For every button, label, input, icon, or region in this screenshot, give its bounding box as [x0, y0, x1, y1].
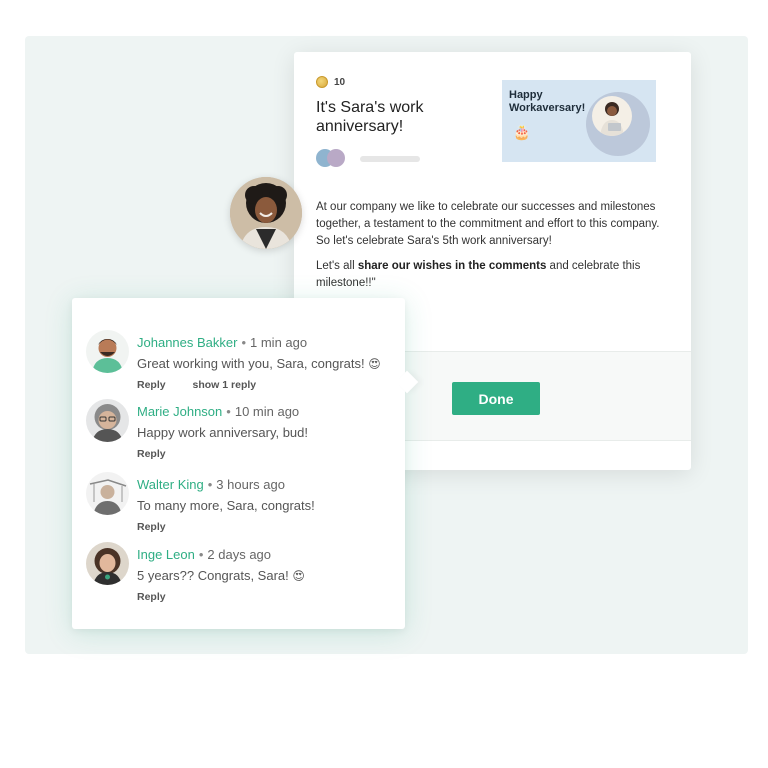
post-paragraph: At our company we like to celebrate our …: [316, 201, 660, 247]
commenter-name[interactable]: Walter King: [137, 477, 204, 492]
show-replies-link[interactable]: show 1 reply: [193, 379, 257, 391]
comment-text: To many more, Sara, congrats!: [137, 498, 315, 514]
separator: •: [241, 335, 247, 350]
comment-body: Great working with you, Sara, congrats!: [137, 356, 365, 371]
comment-time: 10 min ago: [234, 404, 300, 419]
comment-time: 2 days ago: [207, 547, 272, 562]
comment-actions: Reply: [137, 591, 190, 603]
comment-time: 1 min ago: [250, 335, 308, 350]
comment-text: Great working with you, Sara, congrats! …: [137, 356, 381, 372]
comment-header: Marie Johnson • 10 min ago: [137, 404, 299, 420]
comment-item: Marie Johnson • 10 min ago Happy work anni…: [86, 399, 396, 461]
separator: •: [207, 477, 213, 492]
comment-text: 5 years?? Congrats, Sara! 😍: [137, 568, 305, 584]
loading-placeholder-bar: [360, 156, 420, 162]
cta-text-start: Let's all: [316, 260, 358, 272]
commenter-name[interactable]: Johannes Bakker: [137, 335, 237, 350]
coin-count: 10: [334, 76, 346, 88]
banner-text: Happy Workaversary!: [509, 89, 593, 115]
banner-person-image: [592, 96, 632, 136]
reply-button[interactable]: Reply: [137, 379, 166, 391]
post-title: It's Sara's work anniversary!: [316, 99, 424, 135]
commenter-avatar[interactable]: [86, 330, 129, 373]
reply-button[interactable]: Reply: [137, 448, 166, 460]
heart-eyes-emoji-icon: 😍: [368, 357, 381, 371]
commenter-avatar[interactable]: [86, 399, 129, 442]
comment-actions: Reply: [137, 448, 190, 460]
comment-header: Walter King • 3 hours ago: [137, 477, 285, 493]
cta-text-bold: share our wishes in the comments: [357, 260, 547, 272]
separator: •: [226, 404, 231, 419]
sara-avatar: [230, 177, 302, 249]
coins-indicator: 10: [316, 76, 345, 88]
coin-icon: [316, 76, 328, 88]
reply-button[interactable]: Reply: [137, 521, 166, 533]
comment-header: Inge Leon • 2 days ago: [137, 547, 271, 563]
comment-item: Inge Leon • 2 days ago 5 years?? Congrats,…: [86, 542, 396, 604]
comment-text: Happy work anniversary, bud!: [137, 425, 308, 441]
workaversary-banner: Happy Workaversary! 🎂: [502, 80, 656, 162]
comment-item: Johannes Bakker • 1 min ago Great working …: [86, 330, 396, 392]
done-button[interactable]: Done: [452, 382, 540, 415]
comment-body: Happy work anniversary, bud!: [137, 425, 309, 440]
commenter-name[interactable]: Inge Leon: [137, 547, 195, 562]
separator: •: [198, 547, 204, 562]
post-paragraph-cta: Let's all share our wishes in the commen…: [316, 258, 668, 292]
participant-avatars: [316, 149, 350, 167]
participant-avatar: [327, 149, 345, 167]
comment-header: Johannes Bakker • 1 min ago: [137, 335, 307, 351]
comment-item: Walter King • 3 hours ago To many more, Sa…: [86, 472, 396, 534]
commenter-avatar[interactable]: [86, 472, 129, 515]
commenter-avatar[interactable]: [86, 542, 129, 585]
heart-eyes-emoji-icon: 😍: [292, 569, 305, 583]
banner-line-1: Happy: [509, 89, 543, 101]
cake-icon: 🎂: [513, 124, 531, 140]
commenter-name[interactable]: Marie Johnson: [137, 404, 222, 419]
comment-body: To many more, Sara, congrats!: [137, 498, 315, 513]
comment-body: 5 years?? Congrats, Sara!: [137, 568, 289, 583]
comments-panel: Johannes Bakker • 1 min ago Great working …: [72, 298, 419, 629]
reply-button[interactable]: Reply: [137, 591, 166, 603]
comment-time: 3 hours ago: [216, 477, 285, 492]
comment-actions: Reply show 1 reply: [137, 379, 280, 391]
comment-actions: Reply: [137, 521, 190, 533]
post-body: At our company we like to celebrate our …: [316, 199, 668, 300]
banner-line-2: Workaversary!: [509, 102, 586, 114]
